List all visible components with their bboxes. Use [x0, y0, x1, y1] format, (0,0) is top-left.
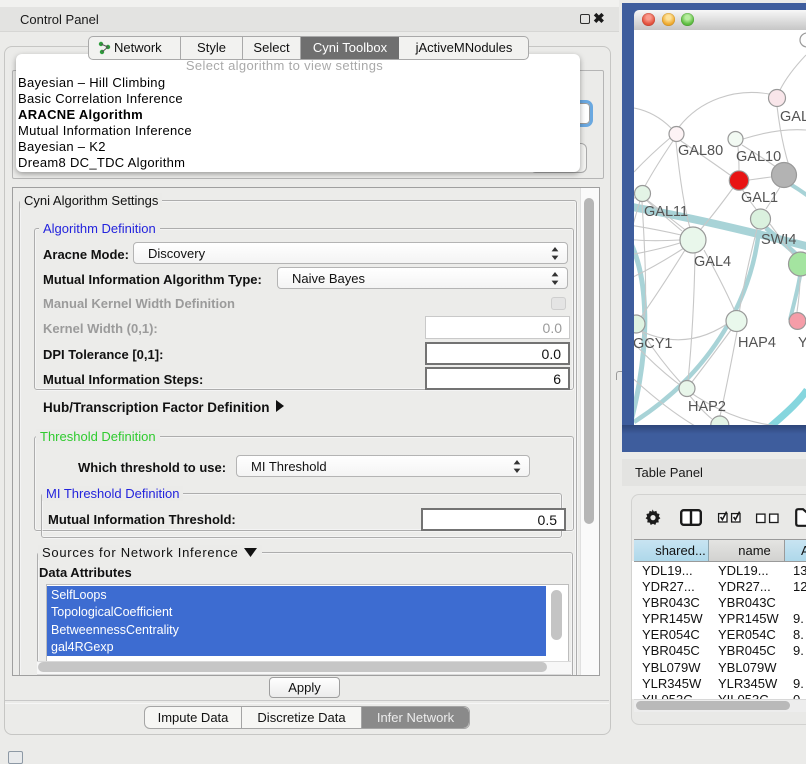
svg-text:GAL: GAL: [780, 109, 806, 125]
svg-text:GAL11: GAL11: [644, 204, 688, 220]
svg-text:Y: Y: [798, 335, 806, 351]
svg-text:HAP2: HAP2: [688, 399, 726, 415]
svg-text:GCY1: GCY1: [634, 336, 673, 352]
svg-text:GAL4: GAL4: [694, 254, 731, 270]
svg-text:SWI4: SWI4: [761, 232, 796, 248]
svg-text:GAL80: GAL80: [678, 143, 723, 159]
svg-text:GAL1: GAL1: [741, 190, 778, 206]
svg-text:GAL10: GAL10: [736, 149, 781, 165]
svg-text:HAP4: HAP4: [738, 335, 776, 351]
